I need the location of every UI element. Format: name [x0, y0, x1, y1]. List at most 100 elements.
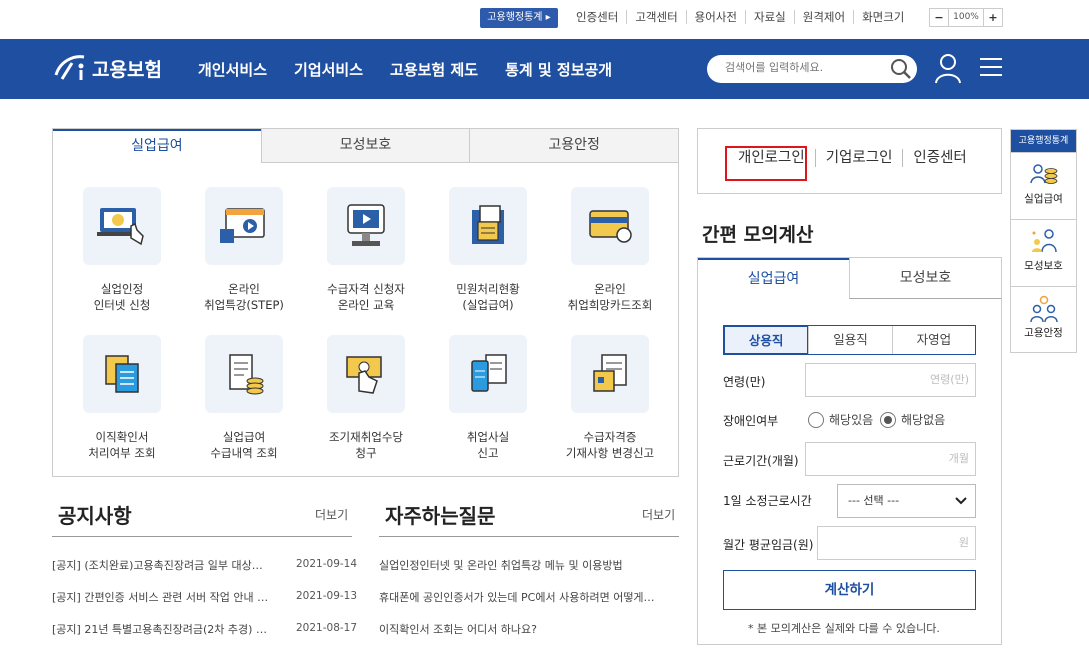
faq-item[interactable]: 이직확인서 조회는 어디서 하나요?: [379, 621, 679, 637]
service-label-line1: 이직확인서: [95, 430, 149, 444]
calc-tab-unemployment[interactable]: 실업급여: [698, 258, 849, 299]
menu-personal-service[interactable]: 개인서비스: [198, 59, 267, 80]
util-link-glossary[interactable]: 용어사전: [685, 10, 745, 24]
faq-divider: [379, 536, 679, 537]
notice-more-link[interactable]: 더보기: [315, 506, 348, 523]
search-box: [707, 55, 917, 83]
util-link-cert-center[interactable]: 인증센터: [568, 10, 626, 24]
money-hand-icon: [346, 356, 382, 394]
quick-item-maternity[interactable]: 모성보호: [1011, 219, 1076, 286]
service-label-line2: 취업희망카드조회: [567, 298, 653, 312]
video-lecture-icon: [220, 208, 265, 243]
select-value: --- 선택 ---: [848, 494, 900, 507]
search-icon[interactable]: [889, 57, 913, 81]
menu-insurance-system[interactable]: 고용보험 제도: [390, 59, 478, 80]
zoom-in-button[interactable]: +: [984, 9, 1002, 26]
site-logo[interactable]: 고용보험: [52, 53, 162, 83]
business-login-link[interactable]: 기업로그인: [814, 149, 903, 167]
service-item-unemployment-recognition[interactable]: 실업인정인터넷 신청: [61, 187, 183, 313]
daily-hours-select[interactable]: --- 선택 ---: [837, 484, 976, 518]
radio-disability-yes[interactable]: 해당있음: [808, 411, 873, 428]
age-input[interactable]: 연령(만): [805, 363, 976, 397]
zoom-value: 100%: [948, 9, 984, 26]
certificate-icon: [593, 354, 627, 392]
hamburger-menu-icon[interactable]: [980, 57, 1002, 77]
calc-disclaimer: * 본 모의계산은 실제와 다를 수 있습니다.: [748, 622, 940, 635]
document-stack-icon: [472, 205, 504, 244]
service-item-online-lecture[interactable]: 온라인 취업특강(STEP): [183, 187, 305, 313]
service-label-line1: 취업사실: [466, 430, 510, 444]
quick-side-menu: 고용행정통계 실업급여 모성보호 고용안정: [1010, 129, 1077, 353]
user-icon[interactable]: [934, 52, 962, 84]
logo-mark-icon: [54, 55, 85, 80]
quick-menu-header[interactable]: 고용행정통계: [1011, 130, 1076, 152]
age-label: 연령(만): [723, 375, 766, 389]
faq-item[interactable]: 실업인정인터넷 및 온라인 취업특강 메뉴 및 이용방법: [379, 557, 679, 573]
menu-business-service[interactable]: 기업서비스: [294, 59, 363, 80]
menu-statistics[interactable]: 통계 및 정보공개: [505, 59, 612, 80]
work-period-input[interactable]: 개월: [805, 442, 976, 476]
coins-person-icon: [1029, 164, 1057, 184]
radio-button[interactable]: [808, 411, 824, 428]
util-link-remote-control[interactable]: 원격제어: [793, 10, 853, 24]
service-label-line1: 수급자격증: [583, 430, 637, 444]
util-link-archive[interactable]: 자료실: [744, 10, 794, 24]
service-item-separation-confirmation[interactable]: 이직확인서 처리여부 조회: [61, 335, 183, 461]
radio-label: 해당없음: [901, 413, 946, 427]
faq-item[interactable]: 휴대폰에 공인인증서가 있는데 PC에서 사용하려면 어떻게…: [379, 589, 679, 605]
quick-item-unemployment[interactable]: 실업급여: [1011, 152, 1076, 219]
calc-title: 간편 모의계산: [702, 224, 814, 246]
segment-daily[interactable]: 일용직: [808, 326, 891, 354]
service-label-line2: (실업급여): [462, 298, 514, 312]
receipt-coins-icon: [229, 354, 264, 395]
service-label-line1: 실업인정: [100, 282, 144, 296]
notice-item[interactable]: [공지] 21년 특별고용촉진장려금(2차 추경) …: [52, 621, 282, 637]
service-item-hope-card[interactable]: 온라인취업희망카드조회: [549, 187, 671, 313]
calc-tabs: 실업급여 모성보호: [698, 258, 1001, 299]
service-label-line1: 조기재취업수당: [328, 430, 404, 444]
service-label-line1: 온라인: [594, 282, 626, 296]
tab-employment-stability[interactable]: 고용안정: [469, 129, 679, 163]
tab-maternity-protection[interactable]: 모성보호: [260, 129, 470, 163]
segment-self-employed[interactable]: 자영업: [891, 326, 975, 354]
calculate-button[interactable]: 계산하기: [723, 570, 976, 610]
radio-button[interactable]: [880, 411, 896, 428]
segment-regular[interactable]: 상용직: [724, 326, 809, 354]
notice-date: 2021-09-14: [296, 558, 358, 570]
notice-title: 공지사항: [58, 504, 132, 528]
tab-unemployment-benefit[interactable]: 실업급여: [53, 129, 261, 163]
employment-stats-button[interactable]: 고용행정통계 ▸: [480, 8, 558, 28]
service-item-civil-status[interactable]: 민원처리현황 (실업급여): [427, 187, 549, 313]
service-item-early-reemployment[interactable]: 조기재취업수당청구: [305, 335, 427, 461]
calc-tab-maternity[interactable]: 모성보호: [849, 258, 1001, 299]
faq-more-link[interactable]: 더보기: [642, 506, 675, 523]
logo-text: 고용보험: [92, 58, 162, 81]
documents-icon: [105, 355, 139, 393]
service-label-line1: 수급자격 신청자: [327, 282, 405, 296]
disability-label: 장애인여부: [723, 414, 779, 428]
service-label-line2: 기재사항 변경신고: [565, 446, 655, 460]
notice-item[interactable]: [공지] (조치완료)고용촉진장려금 일부 대상…: [52, 557, 282, 573]
work-period-label: 근로기간(개월): [723, 454, 799, 468]
search-input[interactable]: [725, 61, 885, 74]
service-label-line2: 청구: [355, 446, 377, 460]
util-link-customer-center[interactable]: 고객센터: [626, 10, 685, 24]
service-label-line2: 취업특강(STEP): [204, 298, 284, 312]
chevron-down-icon: [955, 497, 967, 505]
faq-title: 자주하는질문: [385, 504, 496, 528]
notice-item[interactable]: [공지] 간편인증 서비스 관련 서버 작업 안내 …: [52, 589, 282, 605]
cert-center-link[interactable]: 인증센터: [902, 149, 976, 167]
quick-item-label: 고용안정: [1024, 327, 1063, 339]
service-item-certificate-change[interactable]: 수급자격증기재사항 변경신고: [549, 335, 671, 461]
service-item-online-education[interactable]: 수급자격 신청자 온라인 교육: [305, 187, 427, 313]
avg-wage-input[interactable]: 원: [817, 526, 976, 560]
service-label-line2: 수급내역 조회: [210, 446, 278, 460]
quick-item-stability[interactable]: 고용안정: [1011, 286, 1076, 353]
utility-links: 인증센터 고객센터 용어사전 자료실 원격제어 화면크기: [568, 10, 912, 24]
monitor-hand-icon: [97, 208, 144, 246]
service-label-line2: 인터넷 신청: [93, 298, 151, 312]
service-item-benefit-history[interactable]: 실업급여 수급내역 조회: [183, 335, 305, 461]
zoom-out-button[interactable]: −: [930, 9, 948, 26]
service-item-employment-report[interactable]: 취업사실 신고: [427, 335, 549, 461]
radio-disability-no[interactable]: 해당없음: [880, 411, 945, 428]
